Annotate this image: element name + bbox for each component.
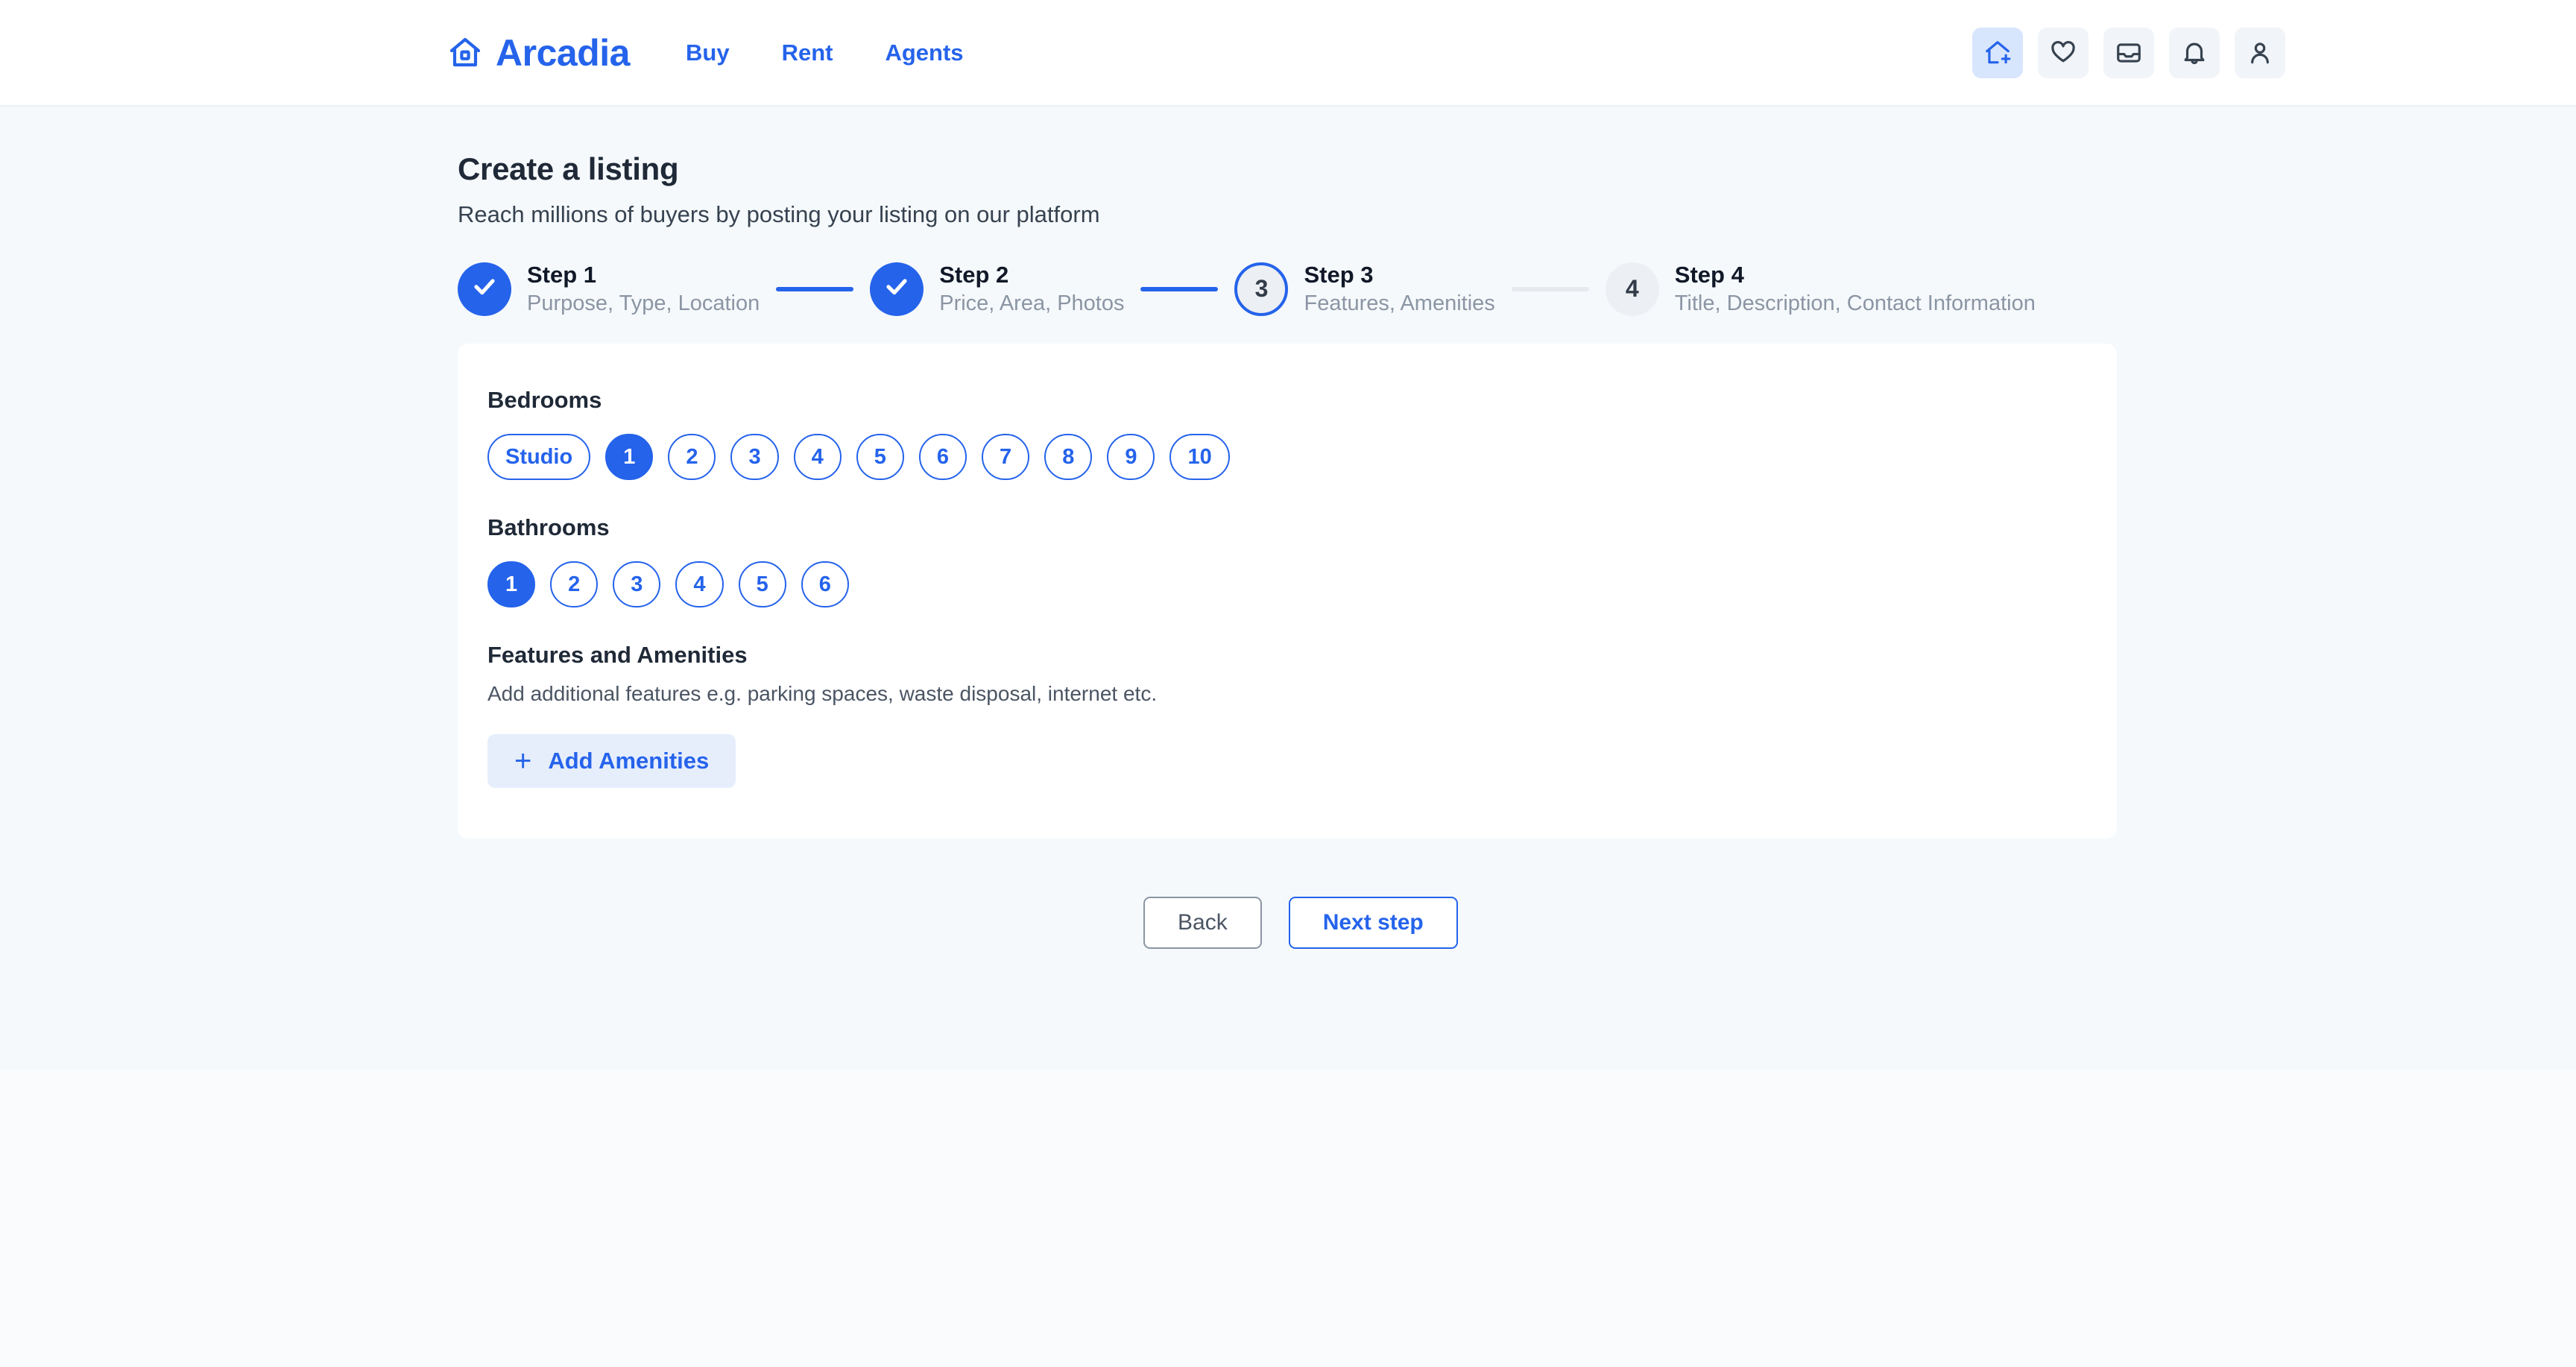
step-3-indicator: 3 — [1234, 262, 1288, 316]
add-amenities-button[interactable]: + Add Amenities — [487, 734, 736, 788]
next-step-button[interactable]: Next step — [1289, 897, 1458, 949]
connector-2-3 — [1140, 287, 1218, 291]
connector-1-2 — [776, 287, 853, 291]
step-2-description: Price, Area, Photos — [939, 290, 1124, 317]
main-content: Create a listing Reach millions of buyer… — [458, 107, 2117, 949]
step-2[interactable]: Step 2 Price, Area, Photos — [870, 261, 1124, 317]
step-4-indicator: 4 — [1606, 262, 1659, 316]
bedrooms-label: Bedrooms — [487, 387, 2117, 414]
bathrooms-label: Bathrooms — [487, 514, 2117, 541]
amenities-label: Features and Amenities — [487, 642, 2117, 669]
step-1-description: Purpose, Type, Location — [527, 290, 760, 317]
bathrooms-group: Bathrooms 123456 — [487, 514, 2117, 607]
brand-name: Arcadia — [496, 34, 630, 72]
inbox-button[interactable] — [2103, 28, 2154, 78]
header-actions — [1972, 28, 2285, 78]
bedrooms-group: Bedrooms Studio 123456789 10 — [487, 387, 2117, 480]
bedrooms-option-studio[interactable]: Studio — [487, 434, 590, 480]
bedrooms-option-10[interactable]: 10 — [1169, 434, 1229, 480]
step-3-title: Step 3 — [1304, 261, 1494, 290]
app-root: Arcadia Buy Rent Agents — [0, 0, 2576, 1367]
add-listing-button[interactable] — [1972, 28, 2023, 78]
favorites-button[interactable] — [2038, 28, 2089, 78]
step-1-title: Step 1 — [527, 261, 760, 290]
bedrooms-option-9[interactable]: 9 — [1107, 434, 1155, 480]
bedrooms-option-4[interactable]: 4 — [794, 434, 842, 480]
bedrooms-option-1[interactable]: 1 — [605, 434, 653, 480]
bathrooms-option-4[interactable]: 4 — [675, 561, 723, 607]
step-4-description: Title, Description, Contact Information — [1675, 290, 2036, 317]
step-1-labels: Step 1 Purpose, Type, Location — [527, 261, 760, 317]
amenities-group: Features and Amenities Add additional fe… — [487, 642, 2117, 788]
user-icon — [2246, 39, 2274, 67]
bedrooms-option-3[interactable]: 3 — [730, 434, 778, 480]
brand-logo[interactable]: Arcadia — [447, 34, 630, 72]
step-3-labels: Step 3 Features, Amenities — [1304, 261, 1494, 317]
nav-buy[interactable]: Buy — [686, 40, 730, 66]
add-home-icon — [1983, 39, 2012, 67]
step-4-title: Step 4 — [1675, 261, 2036, 290]
step-2-title: Step 2 — [939, 261, 1124, 290]
step-3-description: Features, Amenities — [1304, 290, 1494, 317]
page-title: Create a listing — [458, 151, 2117, 187]
bedrooms-option-7[interactable]: 7 — [982, 434, 1029, 480]
main-nav: Buy Rent Agents — [686, 40, 964, 66]
step-2-indicator — [870, 262, 924, 316]
step-4-labels: Step 4 Title, Description, Contact Infor… — [1675, 261, 2036, 317]
step-2-labels: Step 2 Price, Area, Photos — [939, 261, 1124, 317]
bedrooms-option-2[interactable]: 2 — [668, 434, 716, 480]
amenities-description: Add additional features e.g. parking spa… — [487, 682, 2117, 706]
bathrooms-options: 123456 — [487, 561, 2117, 607]
bathrooms-option-6[interactable]: 6 — [801, 561, 849, 607]
bedrooms-option-5[interactable]: 5 — [856, 434, 904, 480]
check-icon — [883, 272, 911, 306]
notifications-button[interactable] — [2169, 28, 2220, 78]
site-header: Arcadia Buy Rent Agents — [0, 0, 2576, 107]
bathrooms-option-1[interactable]: 1 — [487, 561, 535, 607]
heart-icon — [2049, 39, 2077, 67]
step-4[interactable]: 4 Step 4 Title, Description, Contact Inf… — [1606, 261, 2036, 317]
bathrooms-option-3[interactable]: 3 — [613, 561, 660, 607]
home-icon — [447, 35, 483, 71]
connector-3-4 — [1512, 287, 1589, 291]
nav-agents[interactable]: Agents — [885, 40, 963, 66]
inbox-icon — [2115, 39, 2143, 67]
bedrooms-option-8[interactable]: 8 — [1044, 434, 1092, 480]
step-1[interactable]: Step 1 Purpose, Type, Location — [458, 261, 760, 317]
add-amenities-label: Add Amenities — [548, 748, 709, 774]
listing-form-card: Bedrooms Studio12345678910 Bathrooms 123… — [458, 344, 2117, 839]
back-button[interactable]: Back — [1143, 897, 1262, 949]
bedrooms-option-6[interactable]: 6 — [919, 434, 967, 480]
step-1-indicator — [458, 262, 511, 316]
nav-rent[interactable]: Rent — [782, 40, 833, 66]
step-3[interactable]: 3 Step 3 Features, Amenities — [1234, 261, 1494, 317]
form-actions: Back Next step — [458, 897, 2117, 949]
bathrooms-option-2[interactable]: 2 — [550, 561, 598, 607]
page-footer-background — [0, 1070, 2576, 1367]
listing-stepper: Step 1 Purpose, Type, Location Step 2 Pr… — [458, 261, 2127, 317]
bedrooms-options: Studio 123456789 10 — [487, 434, 2117, 480]
bell-icon — [2180, 39, 2209, 67]
account-button[interactable] — [2235, 28, 2285, 78]
plus-icon: + — [514, 746, 531, 776]
bathrooms-option-5[interactable]: 5 — [739, 561, 786, 607]
page-subtitle: Reach millions of buyers by posting your… — [458, 201, 2117, 228]
check-icon — [470, 272, 499, 306]
